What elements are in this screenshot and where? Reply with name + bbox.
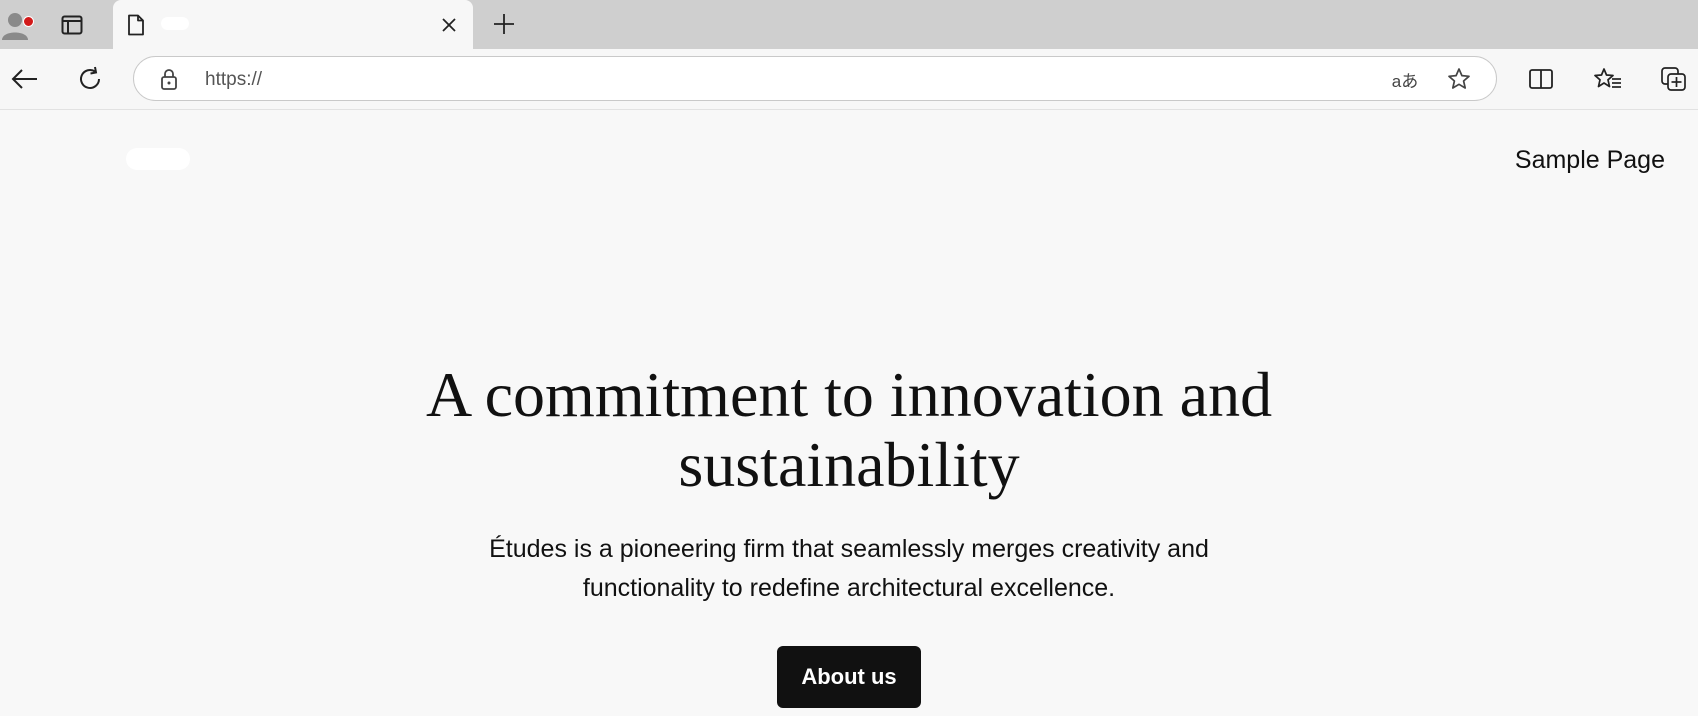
browser-toolbar: https:// aあ: [0, 49, 1698, 110]
refresh-button[interactable]: [72, 61, 108, 97]
nav-link-sample-page[interactable]: Sample Page: [1515, 146, 1665, 175]
tab-favicon: [125, 13, 147, 37]
collections-button[interactable]: [1656, 61, 1692, 97]
address-bar[interactable]: https:// aあ: [133, 56, 1497, 101]
web-page: Sample Page A commitment to innovation a…: [0, 110, 1698, 716]
site-logo[interactable]: [126, 148, 190, 170]
tab-title-redacted: [161, 17, 189, 30]
close-icon: [442, 18, 456, 32]
new-tab-button[interactable]: [490, 10, 518, 38]
back-button[interactable]: [6, 61, 42, 97]
hero-description: Études is a pioneering firm that seamles…: [489, 535, 1209, 602]
add-favorite-button[interactable]: [1446, 66, 1472, 92]
browser-window: https:// aあ Sample Page A commitment to …: [0, 0, 1698, 716]
plus-icon: [494, 14, 514, 34]
hero-section: A commitment to innovation and sustainab…: [0, 360, 1698, 708]
site-info-button[interactable]: [158, 68, 180, 90]
read-aloud-button[interactable]: aあ: [1387, 67, 1423, 91]
star-icon: [1448, 68, 1470, 89]
read-aloud-icon: aあ: [1391, 71, 1419, 91]
profile-button[interactable]: [0, 8, 34, 42]
url-text[interactable]: https://: [205, 69, 262, 91]
tab-actions-button[interactable]: [58, 13, 86, 37]
collections-icon: [1661, 67, 1686, 91]
close-tab-button[interactable]: [437, 13, 461, 37]
about-us-button[interactable]: About us: [777, 646, 921, 708]
split-screen-button[interactable]: [1523, 61, 1559, 97]
lock-icon: [161, 69, 177, 90]
active-tab[interactable]: [113, 0, 473, 49]
tab-actions-icon: [61, 15, 83, 35]
split-screen-icon: [1529, 69, 1553, 89]
hero-title: A commitment to innovation and sustainab…: [425, 359, 1273, 500]
back-arrow-icon: [11, 69, 37, 89]
favorites-icon: [1594, 68, 1621, 88]
document-icon: [128, 14, 144, 36]
favorites-button[interactable]: [1590, 61, 1626, 97]
refresh-icon: [80, 66, 100, 89]
tab-strip: [0, 0, 1698, 49]
notification-badge: [23, 16, 34, 27]
